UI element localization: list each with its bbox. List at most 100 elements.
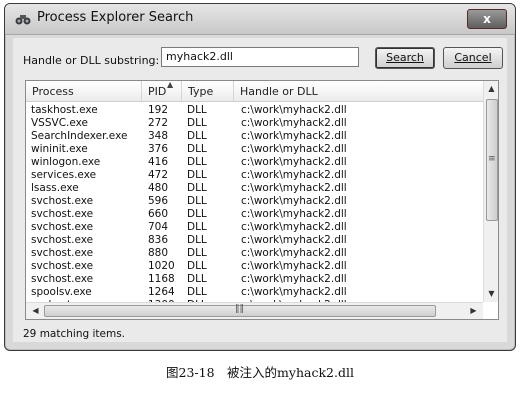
table-row[interactable]: winlogon.exe 416 DLL c:\work\myhack2.dll — [26, 156, 483, 169]
cell-type: DLL — [187, 234, 207, 246]
cell-pid: 660 — [148, 208, 169, 220]
cell-pid: 1264 — [148, 286, 175, 298]
cell-handle: c:\work\myhack2.dll — [241, 273, 347, 285]
cell-type: DLL — [187, 247, 207, 259]
list-rows: taskhost.exe 192 DLL c:\work\myhack2.dll VSS… — [26, 104, 483, 312]
cell-type: DLL — [187, 130, 207, 142]
cell-pid: 472 — [148, 169, 169, 181]
cancel-button[interactable]: Cancel — [443, 47, 503, 69]
search-input[interactable]: myhack2.dll — [161, 47, 359, 67]
cell-type: DLL — [187, 208, 207, 220]
cell-process: VSSVC.exe — [31, 117, 88, 129]
cell-pid: 880 — [148, 247, 169, 259]
horizontal-scroll-thumb[interactable]: ‖‖ — [44, 304, 436, 317]
cell-process: winlogon.exe — [31, 156, 101, 168]
cell-handle: c:\work\myhack2.dll — [241, 104, 347, 116]
table-row[interactable]: svchost.exe 660 DLL c:\work\myhack2.dll — [26, 208, 483, 221]
cell-pid: 836 — [148, 234, 169, 246]
cell-type: DLL — [187, 273, 207, 285]
search-button[interactable]: Search — [375, 47, 435, 69]
search-button-label: Search — [386, 51, 424, 64]
cell-type: DLL — [187, 117, 207, 129]
cell-pid: 416 — [148, 156, 169, 168]
cell-handle: c:\work\myhack2.dll — [241, 130, 347, 142]
table-row[interactable]: lsass.exe 480 DLL c:\work\myhack2.dll — [26, 182, 483, 195]
close-button[interactable]: x — [467, 9, 507, 29]
cell-handle: c:\work\myhack2.dll — [241, 208, 347, 220]
cell-type: DLL — [187, 286, 207, 298]
cell-handle: c:\work\myhack2.dll — [241, 182, 347, 194]
cell-type: DLL — [187, 169, 207, 181]
scroll-grip-icon: ‖‖ — [235, 304, 244, 314]
cell-pid: 480 — [148, 182, 169, 194]
binoculars-icon — [15, 15, 31, 25]
cell-handle: c:\work\myhack2.dll — [241, 247, 347, 259]
cell-pid: 192 — [148, 104, 169, 116]
title-bar[interactable]: Process Explorer Search x — [5, 4, 515, 35]
results-list[interactable]: Process PID Type Handle or DLL ▲ taskhos… — [25, 80, 499, 320]
column-header-handle[interactable]: Handle or DLL — [234, 81, 483, 101]
figure-caption: 图23-18 被注入的myhack2.dll — [166, 365, 354, 380]
cell-process: svchost.exe — [31, 260, 94, 272]
table-row[interactable]: SearchIndexer.exe 348 DLL c:\work\myhack2.d… — [26, 130, 483, 143]
list-header: Process PID Type Handle or DLL ▲ — [26, 81, 483, 102]
table-row[interactable]: svchost.exe 836 DLL c:\work\myhack2.dll — [26, 234, 483, 247]
table-row[interactable]: wininit.exe 376 DLL c:\work\myhack2.dll — [26, 143, 483, 156]
cell-process: SearchIndexer.exe — [31, 130, 128, 142]
cell-pid: 376 — [148, 143, 169, 155]
cell-handle: c:\work\myhack2.dll — [241, 169, 347, 181]
column-header-type[interactable]: Type — [182, 81, 234, 101]
table-row[interactable]: svchost.exe 1020 DLL c:\work\myhack2.dll — [26, 260, 483, 273]
window-title: Process Explorer Search — [37, 10, 194, 25]
dialog-client: Handle or DLL substring: myhack2.dll Sea… — [13, 38, 507, 342]
cell-type: DLL — [187, 195, 207, 207]
cell-process: wininit.exe — [31, 143, 88, 155]
status-text: 29 matching items. — [23, 328, 126, 340]
cell-process: services.exe — [31, 169, 97, 181]
cell-process: svchost.exe — [31, 221, 94, 233]
cell-pid: 704 — [148, 221, 169, 233]
cell-process: spoolsv.exe — [31, 286, 92, 298]
horizontal-scrollbar[interactable]: ◀ ‖‖ ▶ — [26, 302, 483, 319]
table-row[interactable]: spoolsv.exe 1264 DLL c:\work\myhack2.dll — [26, 286, 483, 299]
cell-process: svchost.exe — [31, 234, 94, 246]
cell-type: DLL — [187, 156, 207, 168]
cell-handle: c:\work\myhack2.dll — [241, 234, 347, 246]
cell-type: DLL — [187, 221, 207, 233]
search-dialog: Process Explorer Search x Handle or DLL … — [4, 3, 516, 351]
table-row[interactable]: svchost.exe 1168 DLL c:\work\myhack2.dll — [26, 273, 483, 286]
scroll-down-icon[interactable]: ▼ — [484, 289, 498, 298]
table-row[interactable]: svchost.exe 596 DLL c:\work\myhack2.dll — [26, 195, 483, 208]
cell-handle: c:\work\myhack2.dll — [241, 117, 347, 129]
column-header-process[interactable]: Process — [26, 81, 142, 101]
cell-pid: 1168 — [148, 273, 175, 285]
cell-process: svchost.exe — [31, 195, 94, 207]
cell-process: svchost.exe — [31, 273, 94, 285]
cell-handle: c:\work\myhack2.dll — [241, 143, 347, 155]
scroll-right-icon[interactable]: ▶ — [466, 306, 481, 315]
cell-handle: c:\work\myhack2.dll — [241, 286, 347, 298]
cell-pid: 272 — [148, 117, 169, 129]
cell-process: svchost.exe — [31, 208, 94, 220]
cell-pid: 1020 — [148, 260, 175, 272]
cell-type: DLL — [187, 104, 207, 116]
cell-handle: c:\work\myhack2.dll — [241, 156, 347, 168]
cell-process: taskhost.exe — [31, 104, 98, 116]
scroll-up-icon[interactable]: ▲ — [484, 84, 498, 93]
scroll-grip-icon: ≡ — [488, 154, 496, 164]
cell-handle: c:\work\myhack2.dll — [241, 260, 347, 272]
cell-type: DLL — [187, 143, 207, 155]
table-row[interactable]: svchost.exe 880 DLL c:\work\myhack2.dll — [26, 247, 483, 260]
table-row[interactable]: svchost.exe 704 DLL c:\work\myhack2.dll — [26, 221, 483, 234]
cell-pid: 348 — [148, 130, 169, 142]
table-row[interactable]: VSSVC.exe 272 DLL c:\work\myhack2.dll — [26, 117, 483, 130]
vertical-scrollbar[interactable]: ▲ ≡ ▼ — [483, 81, 498, 302]
table-row[interactable]: taskhost.exe 192 DLL c:\work\myhack2.dll — [26, 104, 483, 117]
table-row[interactable]: services.exe 472 DLL c:\work\myhack2.dll — [26, 169, 483, 182]
vertical-scroll-thumb[interactable]: ≡ — [486, 99, 498, 221]
cell-handle: c:\work\myhack2.dll — [241, 195, 347, 207]
scroll-left-icon[interactable]: ◀ — [28, 306, 43, 315]
column-header-pid[interactable]: PID — [142, 81, 182, 101]
cell-type: DLL — [187, 260, 207, 272]
cancel-button-label: Cancel — [454, 51, 492, 64]
